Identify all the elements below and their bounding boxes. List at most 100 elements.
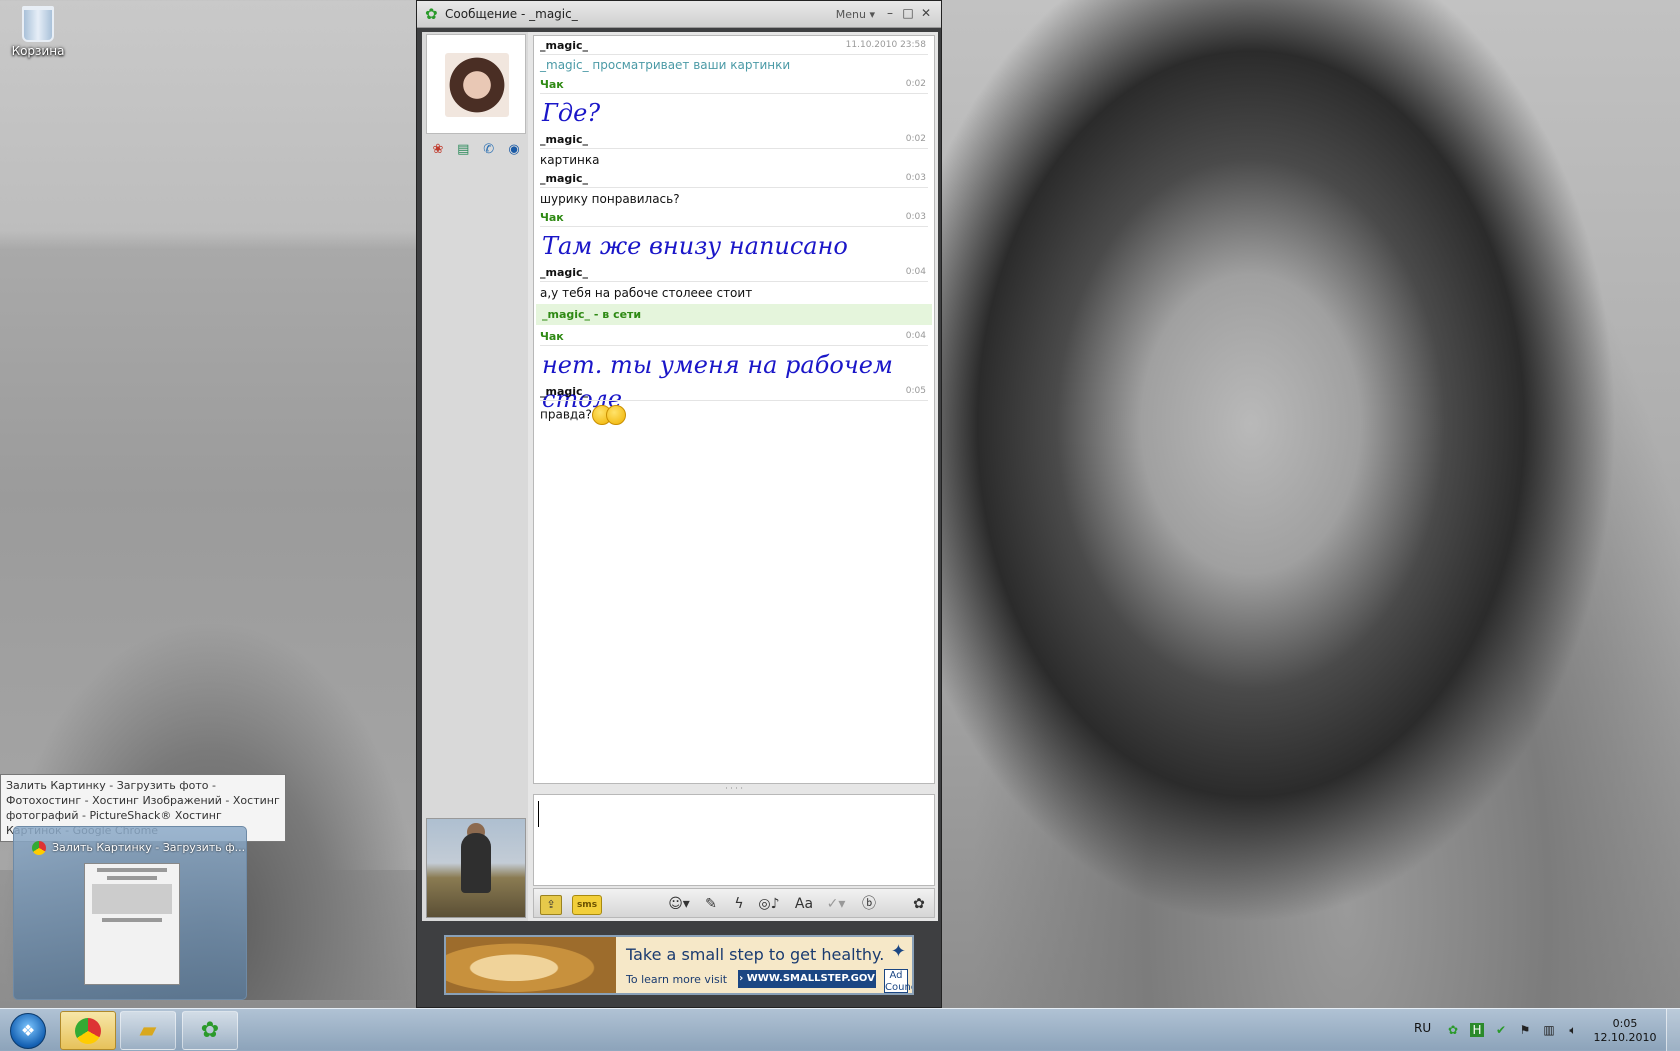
sms-button[interactable]: sms [572, 895, 602, 915]
message-header: _magic_ 0:05 [540, 382, 928, 401]
language-indicator[interactable]: RU [1414, 1021, 1431, 1035]
message-time: 0:02 [905, 79, 926, 89]
show-desktop-button[interactable] [1666, 1009, 1680, 1051]
bold-icon[interactable]: ⓑ [860, 895, 878, 913]
contact-avatar[interactable] [426, 34, 526, 134]
message-nick: _magic_ [540, 39, 589, 52]
minimize-button[interactable]: – [883, 5, 897, 21]
contact-avatar-photo [445, 53, 509, 117]
system-message: _magic_ просматривает ваши картинки [540, 58, 791, 72]
taskbar: ❖ ▰ ✿ RU ✿ H ✔ ⚑ ▥ 🔈︎ 0:05 12.10.2010 [0, 1008, 1680, 1051]
message-time: 0:05 [905, 386, 926, 396]
history-icon[interactable]: ✎ [702, 895, 720, 913]
maximize-button[interactable]: □ [901, 5, 915, 21]
music-icon[interactable]: ◎♪ [756, 895, 782, 913]
font-icon[interactable]: Aa [794, 895, 814, 913]
message-nick: Чак [540, 78, 564, 91]
icq-flower-icon: ✿ [425, 5, 438, 23]
action-center-flag-icon[interactable]: ⚑ [1518, 1023, 1532, 1037]
message-text: шурику понравилась? [540, 192, 680, 206]
message-header: Чак 0:02 [540, 75, 928, 94]
thumbnail-title: Залить Картинку - Загрузить ф... [52, 841, 246, 854]
ad-council-logo: Ad Council [884, 969, 912, 993]
message-header: _magic_ 0:02 [540, 130, 928, 149]
thumbnail-preview [84, 863, 180, 985]
message-nick: _magic_ [540, 172, 589, 185]
icq-flower-icon: ✿ [200, 1018, 220, 1043]
taskbar-thumbnail[interactable]: Залить Картинку - Загрузить ф... [13, 826, 247, 1000]
chat-window: ✿ Сообщение - _magic_ Menu ▾ – □ ✕ ❀ ▤ ✆… [416, 0, 942, 1008]
ad-subline: To learn more visit [626, 973, 728, 986]
message-toolbar: ⇪ sms ☺▾ ✎ ϟ ◎♪ Aa ✓▾ ⓑ ✿ [533, 888, 935, 918]
smiley-menu-icon[interactable]: ☺▾ [668, 895, 690, 913]
message-time: 0:02 [905, 134, 926, 144]
send-file-button[interactable]: ⇪ [540, 895, 562, 915]
recycle-bin-icon [22, 6, 54, 42]
start-button[interactable]: ❖ [2, 1010, 54, 1050]
message-time: 0:03 [905, 173, 926, 183]
icq-tray-icon[interactable]: ✿ [1446, 1023, 1460, 1037]
chat-history[interactable]: _magic_ 11.10.2010 23:58 _magic_ просмат… [533, 35, 935, 784]
games-icon[interactable]: ✿ [910, 895, 928, 913]
ad-image [446, 937, 616, 993]
ad-url-button[interactable]: › WWW.SMALLSTEP.GOV [738, 970, 876, 988]
title-bar[interactable]: ✿ Сообщение - _magic_ Menu ▾ – □ ✕ [417, 1, 941, 28]
recycle-bin-label: Корзина [11, 44, 65, 58]
taskbar-chrome[interactable] [60, 1011, 116, 1050]
message-nick: Чак [540, 211, 564, 224]
message-text: нет. ты уменя на рабочем столе [542, 351, 893, 413]
message-header: _magic_ 0:03 [540, 169, 928, 188]
network-icon[interactable]: ▥ [1542, 1023, 1556, 1037]
message-text: Там же внизу написано [542, 232, 848, 260]
window-body: ❀ ▤ ✆ ◉ _magic_ 11.10.2010 23:58 _magic_… [422, 32, 938, 921]
recycle-bin-shortcut[interactable]: Корзина [8, 6, 68, 58]
message-text: Где? [542, 99, 601, 127]
message-input[interactable] [533, 794, 935, 886]
message-text: картинка [540, 153, 600, 167]
emoticon-icon [605, 405, 626, 425]
spellcheck-icon[interactable]: ✓▾ [824, 895, 848, 913]
resize-handle[interactable]: · · · · [533, 784, 935, 794]
window-title: Сообщение - _magic_ [445, 7, 578, 21]
volume-icon[interactable]: 🔈︎ [1566, 1023, 1580, 1037]
message-header: _magic_ 11.10.2010 23:58 [540, 36, 928, 55]
contact-panel: ❀ ▤ ✆ ◉ [422, 32, 528, 921]
windows-logo-icon: ❖ [10, 1013, 46, 1049]
chrome-icon [75, 1018, 101, 1044]
webcam-icon[interactable]: ◉ [506, 142, 522, 158]
nudge-icon[interactable]: ϟ [730, 895, 748, 913]
message-text: правда? [540, 407, 592, 422]
ad-logo-icon: ✦ [890, 941, 906, 962]
message-nick: _magic_ [540, 133, 589, 146]
text-caret [538, 801, 539, 827]
close-button[interactable]: ✕ [919, 5, 933, 21]
message-row: правда? [540, 401, 928, 427]
message-nick: _magic_ [540, 266, 589, 279]
advertisement-banner[interactable]: Take a small step to get healthy. ✦ To l… [444, 935, 914, 995]
contact-actions: ❀ ▤ ✆ ◉ [430, 142, 522, 160]
menu-button[interactable]: Menu ▾ [836, 8, 875, 21]
contacts-icon[interactable]: ❀ [430, 142, 446, 158]
message-header: Чак 0:03 [540, 208, 928, 227]
my-avatar-figure [461, 833, 491, 893]
ad-headline: Take a small step to get healthy. [626, 945, 885, 964]
call-icon[interactable]: ✆ [481, 142, 497, 158]
taskbar-icq[interactable]: ✿ [182, 1011, 238, 1050]
message-text: а,у тебя на рабоче столеее стоит [540, 286, 753, 300]
wallpaper-portrait [940, 0, 1680, 1010]
message-header: _magic_ 0:04 [540, 263, 928, 282]
taskbar-explorer[interactable]: ▰ [120, 1011, 176, 1050]
info-card-icon[interactable]: ▤ [455, 142, 471, 158]
clock-time: 0:05 [1612, 1017, 1638, 1030]
tray-app-icon[interactable]: H [1470, 1023, 1484, 1037]
message-time: 11.10.2010 23:58 [845, 40, 926, 50]
chrome-icon [32, 841, 46, 855]
message-time: 0:04 [905, 331, 926, 341]
folder-icon: ▰ [139, 1018, 157, 1043]
message-header: Чак 0:04 [540, 327, 928, 346]
status-notice: _magic_ - в сети [536, 304, 932, 325]
my-avatar[interactable] [426, 818, 526, 918]
message-time: 0:04 [905, 267, 926, 277]
tray-check-icon[interactable]: ✔ [1494, 1023, 1508, 1037]
clock[interactable]: 0:05 12.10.2010 [1592, 1017, 1658, 1045]
